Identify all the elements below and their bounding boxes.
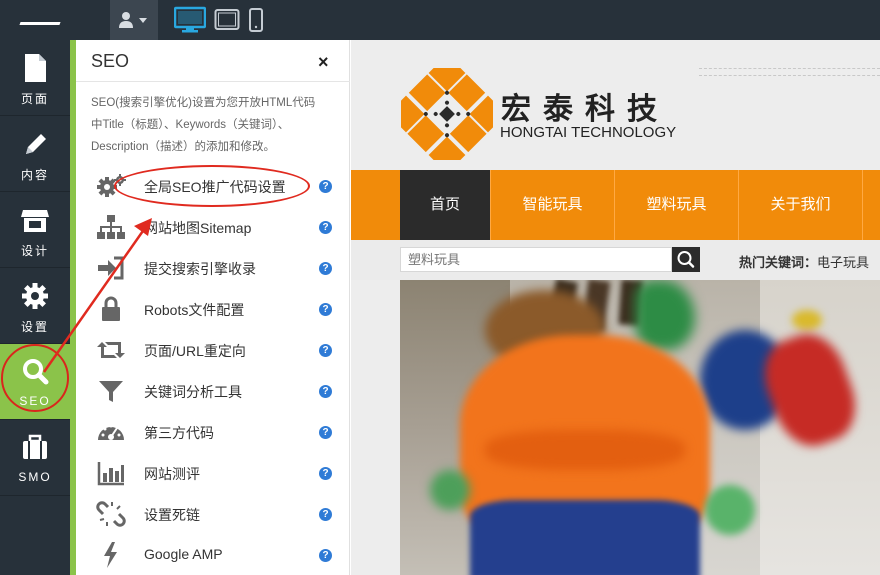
site-search-button[interactable] <box>672 247 700 272</box>
sidebar-item-label: 设置 <box>20 320 49 334</box>
site-preview: 宏泰科技 HONGTAI TECHNOLOGY 首页 智能玩具 塑料玩具 关于我… <box>351 40 880 575</box>
menu-item-label: Robots文件配置 <box>144 302 245 318</box>
help-icon[interactable]: ? <box>319 344 332 357</box>
help-icon[interactable]: ? <box>319 467 332 480</box>
help-icon[interactable]: ? <box>319 303 332 316</box>
panel-title: SEO <box>91 51 130 71</box>
help-icon[interactable]: ? <box>319 549 332 562</box>
tablet-view-icon[interactable] <box>214 6 240 34</box>
menu-item-label: 设置死链 <box>144 507 200 523</box>
sidebar-item-settings[interactable]: 设置 <box>0 268 70 344</box>
brand-name-en: HONGTAI TECHNOLOGY <box>500 124 677 141</box>
menu-item-keyword-analysis[interactable]: 关键词分析工具 ? <box>76 371 350 412</box>
app-logo[interactable] <box>22 6 104 34</box>
menu-item-label: 提交搜索引擎收录 <box>144 261 256 277</box>
menu-item-label: Google AMP <box>144 546 223 562</box>
sidebar-item-label: 页面 <box>20 92 49 106</box>
seo-panel: SEO × SEO(搜索引擎优化)设置为您开放HTML代码 中Title（标题）… <box>70 40 350 575</box>
sidebar-item-content[interactable]: 内容 <box>0 116 70 192</box>
menu-item-label: 第三方代码 <box>144 425 214 441</box>
user-menu-button[interactable] <box>110 0 158 40</box>
chevron-down-icon <box>139 18 147 23</box>
hot-keywords: 热门关键词：电子玩具 <box>739 255 870 270</box>
briefcase-icon <box>23 434 47 459</box>
help-icon[interactable]: ? <box>319 508 332 521</box>
sidebar-item-label: SMO <box>18 470 52 484</box>
broken-link-icon <box>96 501 126 527</box>
decorative-line <box>699 68 880 76</box>
menu-item-robots[interactable]: Robots文件配置 ? <box>76 289 350 330</box>
menu-item-dead-links[interactable]: 设置死链 ? <box>76 494 350 535</box>
nav-item-plastic-toys[interactable]: 塑料玩具 <box>614 170 738 240</box>
help-icon[interactable]: ? <box>319 262 332 275</box>
sidebar-item-smo[interactable]: SMO <box>0 420 70 496</box>
sidebar-item-label: 设计 <box>20 244 49 258</box>
help-icon[interactable]: ? <box>319 180 332 193</box>
menu-item-label: 关键词分析工具 <box>144 384 242 400</box>
gear-icon <box>22 283 48 309</box>
menu-item-label: 页面/URL重定向 <box>144 343 246 359</box>
user-icon <box>119 12 147 28</box>
nav-item-about-us[interactable]: 关于我们 <box>738 170 862 240</box>
dashboard-icon <box>98 424 124 440</box>
menu-item-url-redirect[interactable]: 页面/URL重定向 ? <box>76 330 350 371</box>
help-icon[interactable]: ? <box>319 221 332 234</box>
pencil-icon <box>26 134 46 154</box>
page-icon <box>25 54 46 82</box>
sidebar-item-design[interactable]: 设计 <box>0 192 70 268</box>
brand-logo-icon <box>401 68 493 160</box>
retweet-icon <box>97 342 125 358</box>
sidebar-item-label: 内容 <box>20 168 49 182</box>
desktop-view-icon[interactable] <box>174 6 206 34</box>
signin-icon <box>98 256 124 280</box>
annotation-ellipse <box>114 165 310 207</box>
top-bar <box>0 0 880 40</box>
sitemap-icon <box>97 215 125 239</box>
filter-icon <box>99 381 123 402</box>
site-search-row: 热门关键词：电子玩具 <box>351 240 880 280</box>
divider <box>76 81 350 82</box>
banner-image <box>400 280 880 575</box>
store-icon <box>21 210 49 232</box>
panel-description: SEO(搜索引擎优化)设置为您开放HTML代码 中Title（标题）、Keywo… <box>91 97 316 153</box>
annotation-circle <box>1 344 69 412</box>
phone-view-icon[interactable] <box>248 6 264 34</box>
nav-item-more[interactable] <box>862 170 880 240</box>
close-icon[interactable]: × <box>318 52 329 73</box>
bolt-icon <box>104 542 117 568</box>
lock-icon <box>102 296 120 321</box>
menu-item-sitemap[interactable]: 网站地图Sitemap ? <box>76 207 350 248</box>
bar-chart-icon <box>97 462 124 486</box>
site-search-input[interactable] <box>400 247 672 272</box>
help-icon[interactable]: ? <box>319 385 332 398</box>
brand-name-cn: 宏泰科技 <box>501 92 669 127</box>
menu-item-third-party-code[interactable]: 第三方代码 ? <box>76 412 350 453</box>
menu-item-label: 网站地图Sitemap <box>144 220 252 236</box>
nav-item-home[interactable]: 首页 <box>400 170 490 240</box>
search-icon <box>677 251 695 268</box>
hot-keyword-link[interactable]: 电子玩具 <box>817 255 869 270</box>
nav-item-smart-toys[interactable]: 智能玩具 <box>490 170 614 240</box>
help-icon[interactable]: ? <box>319 426 332 439</box>
menu-item-google-amp[interactable]: Google AMP ? <box>76 535 350 575</box>
menu-item-submit-search-engine[interactable]: 提交搜索引擎收录 ? <box>76 248 350 289</box>
menu-item-label: 网站测评 <box>144 466 200 482</box>
left-sidebar: 页面 内容 设计 设置 SEO SMO <box>0 40 70 575</box>
sidebar-item-page[interactable]: 页面 <box>0 40 70 116</box>
menu-item-site-evaluation[interactable]: 网站测评 ? <box>76 453 350 494</box>
